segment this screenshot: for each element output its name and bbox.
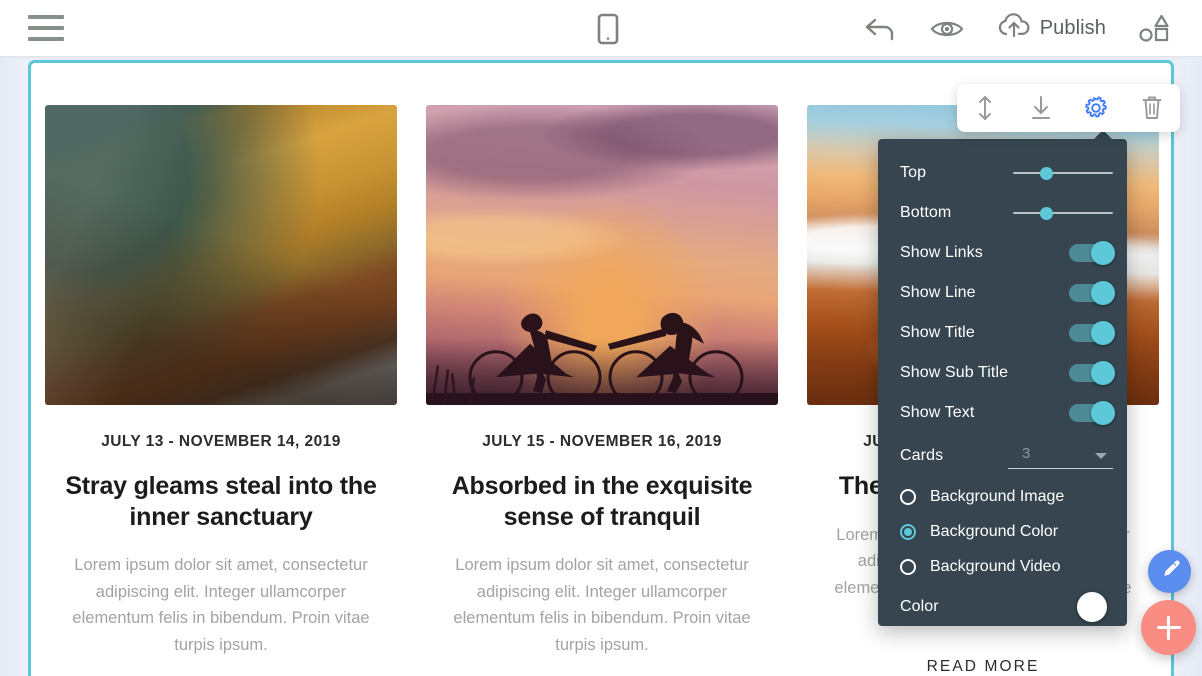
setting-row-show-title: Show Title [878, 313, 1127, 353]
card-title: Absorbed in the exquisite sense of tranq… [451, 472, 753, 531]
setting-row-show-text: Show Text [878, 393, 1127, 433]
hamburger-menu-icon[interactable] [28, 15, 64, 41]
show-text-toggle[interactable] [1069, 401, 1115, 425]
setting-row-bottom: Bottom [878, 193, 1127, 233]
setting-label: Show Title [900, 324, 975, 341]
card-item[interactable]: JULY 13 - NOVEMBER 14, 2019 Stray gleams… [45, 105, 397, 676]
setting-row-show-links: Show Links [878, 233, 1127, 273]
card-date: JULY 13 - NOVEMBER 14, 2019 [101, 433, 341, 450]
setting-label: Color [900, 598, 939, 615]
cards-count-select[interactable]: 3 [1008, 443, 1113, 469]
top-toolbar: Publish [0, 0, 1202, 57]
card-text: Lorem ipsum dolor sit amet, consectetur … [72, 556, 370, 655]
toggle-knob [1091, 361, 1115, 385]
setting-label: Show Text [900, 404, 975, 421]
radio-background-image[interactable]: Background Image [878, 479, 1127, 514]
toggle-knob [1091, 241, 1115, 265]
slider-track [1013, 172, 1113, 174]
radio-indicator [900, 488, 916, 505]
setting-row-cards: Cards 3 [878, 433, 1127, 479]
theme-brush-fab[interactable] [1148, 550, 1191, 593]
show-line-toggle[interactable] [1069, 281, 1115, 305]
show-sub-title-toggle[interactable] [1069, 361, 1115, 385]
slider-track [1013, 212, 1113, 214]
eye-preview-icon[interactable] [913, 0, 981, 57]
setting-label: Bottom [900, 204, 952, 221]
setting-label: Top [900, 164, 927, 181]
gear-icon[interactable] [1073, 85, 1119, 131]
cloud-upload-icon [997, 12, 1031, 45]
radio-background-video[interactable]: Background Video [878, 549, 1127, 584]
slider-thumb[interactable] [1040, 207, 1053, 220]
read-more-link[interactable]: READ MORE [927, 658, 1040, 676]
setting-row-top: Top [878, 153, 1127, 193]
cyclists-silhouette [426, 312, 778, 405]
card-date: JULY 15 - NOVEMBER 16, 2019 [482, 433, 722, 450]
undo-arrow-icon[interactable] [847, 0, 913, 57]
card-image[interactable] [45, 105, 397, 405]
toggle-knob [1091, 321, 1115, 345]
radio-indicator-selected [900, 523, 916, 540]
mobile-device-icon[interactable] [595, 13, 621, 45]
radio-label: Background Image [930, 487, 1065, 505]
canvas-left-rail [0, 60, 28, 676]
card-item[interactable]: JULY 15 - NOVEMBER 16, 2019 Absorbed in … [426, 105, 778, 676]
shapes-icon[interactable] [1122, 0, 1188, 57]
publish-label: Publish [1039, 17, 1106, 39]
block-settings-panel: Top Bottom Show Links Show Line Show Tit… [878, 130, 1127, 626]
setting-label: Cards [900, 447, 944, 464]
setting-row-show-sub-title: Show Sub Title [878, 353, 1127, 393]
setting-label: Show Links [900, 244, 983, 261]
toggle-knob [1091, 281, 1115, 305]
slider-thumb[interactable] [1040, 167, 1053, 180]
setting-label: Show Line [900, 284, 976, 301]
radio-indicator [900, 558, 916, 575]
card-text: Lorem ipsum dolor sit amet, consectetur … [453, 556, 751, 655]
card-title: Stray gleams steal into the inner sanctu… [65, 472, 377, 531]
radio-label: Background Video [930, 557, 1061, 575]
radio-label: Background Color [930, 522, 1059, 540]
top-toolbar-actions: Publish [847, 0, 1188, 57]
download-icon[interactable] [1018, 85, 1064, 131]
setting-row-show-line: Show Line [878, 273, 1127, 313]
setting-label: Show Sub Title [900, 364, 1009, 381]
publish-button[interactable]: Publish [981, 0, 1122, 57]
bottom-padding-slider[interactable] [1013, 205, 1113, 221]
chevron-down-icon [1095, 453, 1107, 459]
top-padding-slider[interactable] [1013, 165, 1113, 181]
paint-brush-icon [1159, 558, 1181, 585]
cards-count-value: 3 [1022, 445, 1031, 462]
card-image[interactable] [426, 105, 778, 405]
color-swatch[interactable] [1077, 592, 1107, 622]
move-vertical-icon[interactable] [962, 85, 1008, 131]
block-toolbar [957, 84, 1180, 132]
show-title-toggle[interactable] [1069, 321, 1115, 345]
add-block-fab[interactable] [1141, 600, 1196, 655]
trash-icon[interactable] [1129, 85, 1175, 131]
toggle-knob [1091, 401, 1115, 425]
radio-background-color[interactable]: Background Color [878, 514, 1127, 549]
show-links-toggle[interactable] [1069, 241, 1115, 265]
setting-row-color: Color [878, 584, 1127, 630]
